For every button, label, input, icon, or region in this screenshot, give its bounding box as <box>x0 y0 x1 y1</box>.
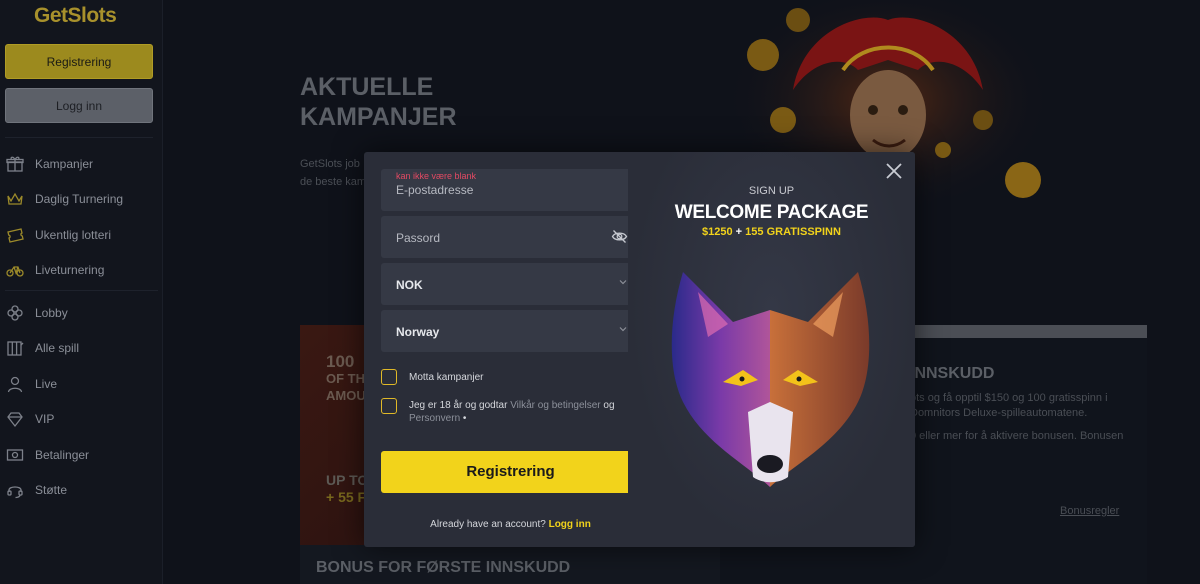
sidebar-item-ukentlig-lotteri[interactable]: Ukentlig lotteri <box>0 217 163 253</box>
crown-icon <box>6 190 24 208</box>
promotions-checkbox[interactable] <box>381 369 397 385</box>
sidebar-item-live[interactable]: Live <box>0 366 163 402</box>
country-select[interactable]: Norway <box>381 310 640 352</box>
sidebar-nav: Kampanjer Daglig Turnering Ukentlig lott… <box>0 146 163 508</box>
promotions-checkbox-row: Motta kampanjer <box>381 369 483 385</box>
sidebar-item-label: Live <box>35 376 58 391</box>
terms-checkbox-label: Jeg er 18 år og godtar Vilkår og betinge… <box>409 399 629 425</box>
promo-card-left-offer: UP TO + 55 F <box>326 472 368 506</box>
terms-checkbox-row: Jeg er 18 år og godtar Vilkår og betinge… <box>381 398 629 425</box>
chevron-down-icon <box>618 324 628 334</box>
promo-card-line: OF TH <box>326 371 365 386</box>
sidebar-item-label: Alle spill <box>35 341 80 356</box>
required-marker: • <box>460 413 467 424</box>
terms-text: og <box>600 400 615 411</box>
sidebar-item-label: Daglig Turnering <box>35 192 124 207</box>
bonus-rules-link[interactable]: Bonusregler <box>1060 505 1119 517</box>
wolf-artwork <box>671 272 870 487</box>
currency-value: NOK <box>396 278 423 292</box>
sidebar-item-label: VIP <box>35 412 55 427</box>
register-submit-button[interactable]: Registrering <box>381 451 640 493</box>
email-error-message: kan ikke være blank <box>396 171 477 181</box>
diamond-icon <box>6 410 24 428</box>
password-field[interactable]: Passord <box>381 216 640 258</box>
country-value: Norway <box>396 325 440 339</box>
currency-select[interactable]: NOK <box>381 263 640 305</box>
login-prompt: Already have an account? Logg inn <box>381 519 640 530</box>
promo-card-right-title: INNSKUDD <box>910 365 995 382</box>
promo-offer: $1250 + 155 GRATISSPINN <box>628 226 915 238</box>
login-link[interactable]: Logg inn <box>549 519 591 530</box>
terms-text: Jeg er 18 år og godtar <box>409 400 511 411</box>
promo-card-right-text: ots og få opptil $150 og 100 gratisspinn… <box>910 391 1147 421</box>
terms-checkbox[interactable] <box>381 398 397 414</box>
sidebar-item-lobby[interactable]: Lobby <box>0 295 163 331</box>
terms-link[interactable]: Vilkår og betingelser <box>510 400 600 411</box>
page-title-line: KAMPANJER <box>300 103 457 131</box>
clover-icon <box>6 304 24 322</box>
sidebar-divider <box>5 137 153 138</box>
promo-sign-up: SIGN UP <box>748 185 795 197</box>
registration-modal: kan ikke være blank E-postadresse Passor… <box>364 152 915 547</box>
sidebar-item-label: Støtte <box>35 483 68 498</box>
promo-panel: SIGN UP WELCOME PACKAGE $1250 + 155 GRAT… <box>628 152 915 547</box>
chevron-down-icon <box>618 277 628 287</box>
page-title: AKTUELLE KAMPANJER <box>300 72 457 132</box>
promo-card-text-line: Domnitors Deluxe-spilleautomatene. <box>910 407 1088 419</box>
page-title-line: AKTUELLE <box>300 73 434 101</box>
bicycle-icon <box>6 261 24 279</box>
promo-spins: 155 GRATISSPINN <box>745 226 841 238</box>
sidebar-item-alle-spill[interactable]: Alle spill <box>0 331 163 367</box>
email-field[interactable]: kan ikke være blank E-postadresse <box>381 169 640 211</box>
promo-amount: $1250 <box>702 226 733 238</box>
slot-machine-icon <box>6 339 24 357</box>
page: GetSlots Registrering Logg inn Kampanjer… <box>0 0 1200 584</box>
promotions-checkbox-label: Motta kampanjer <box>409 372 484 383</box>
logo[interactable]: GetSlots <box>34 4 117 28</box>
sidebar: GetSlots Registrering Logg inn Kampanjer… <box>0 0 163 584</box>
bonus-section-header: BONUS FOR FØRSTE INNSKUDD <box>300 545 720 584</box>
headset-icon <box>6 481 24 499</box>
close-icon[interactable] <box>883 160 905 182</box>
password-placeholder: Passord <box>396 231 441 245</box>
promo-card-right-text2: 0 eller mer for å aktivere bonusen. Bonu… <box>910 430 1124 442</box>
promo-card-line: UP TO <box>326 472 369 488</box>
sidebar-item-liveturnering[interactable]: Liveturnering <box>0 253 163 289</box>
person-icon <box>6 375 24 393</box>
promo-headline: WELCOME PACKAGE <box>674 202 869 223</box>
eye-slash-icon[interactable] <box>611 228 628 245</box>
sidebar-item-label: Liveturnering <box>35 263 105 278</box>
sidebar-register-button[interactable]: Registrering <box>5 44 153 79</box>
sidebar-item-vip[interactable]: VIP <box>0 402 163 438</box>
gift-icon <box>6 155 24 173</box>
sidebar-item-stotte[interactable]: Støtte <box>0 473 163 509</box>
sidebar-separator <box>5 290 158 291</box>
sidebar-item-kampanjer[interactable]: Kampanjer <box>0 146 163 182</box>
sidebar-item-label: Betalinger <box>35 447 90 462</box>
sidebar-item-daglig-turnering[interactable]: Daglig Turnering <box>0 182 163 218</box>
sidebar-item-label: Kampanjer <box>35 156 94 171</box>
logo-text: GetSlots <box>34 4 117 27</box>
sidebar-login-button[interactable]: Logg inn <box>5 88 153 123</box>
sidebar-item-betalinger[interactable]: Betalinger <box>0 437 163 473</box>
ticket-icon <box>6 226 24 244</box>
promo-card-line: AMOU <box>326 388 366 403</box>
bonus-section-title: BONUS FOR FØRSTE INNSKUDD <box>316 559 571 576</box>
money-icon <box>6 446 24 464</box>
promo-card-line: + 55 F <box>326 489 367 505</box>
promo-plus: + <box>732 226 746 238</box>
sidebar-item-label: Lobby <box>35 305 68 320</box>
login-prompt-text: Already have an account? <box>430 519 549 530</box>
promo-card-left-title: 100 OF TH AMOU <box>326 353 366 404</box>
privacy-link[interactable]: Personvern <box>409 413 460 424</box>
email-placeholder: E-postadresse <box>396 183 474 197</box>
promo-card-line: 100 <box>326 352 355 371</box>
promo-card-text-line: ots og få opptil $150 og 100 gratisspinn… <box>910 392 1108 404</box>
sidebar-item-label: Ukentlig lotteri <box>35 227 112 242</box>
